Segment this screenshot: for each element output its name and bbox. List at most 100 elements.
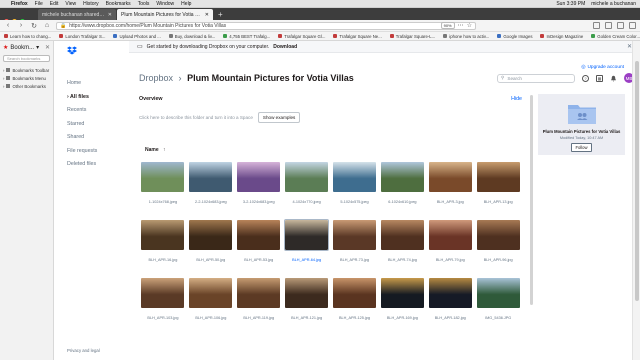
file-thumbnail[interactable] xyxy=(476,162,520,192)
bookmark-item[interactable]: Upload Photos and ... xyxy=(113,34,161,39)
browser-tab[interactable]: michele buchanan shared "Plum... ✕ xyxy=(38,9,116,20)
file-name[interactable]: BLH_APR-96.jpg xyxy=(484,258,513,271)
bookmark-item[interactable]: Trafalgar Square-L... xyxy=(389,34,435,39)
menu-edit[interactable]: Edit xyxy=(50,1,59,7)
file-thumbnail[interactable] xyxy=(476,278,520,308)
file-tile[interactable]: BLH_APR-119.jpg xyxy=(235,278,283,329)
file-thumbnail[interactable] xyxy=(237,162,281,192)
file-tile[interactable]: BLH_APR-125.jpg xyxy=(331,278,379,329)
menu-window[interactable]: Window xyxy=(156,1,174,7)
page-actions-icon[interactable]: ⋯ xyxy=(458,22,464,29)
file-thumbnail[interactable] xyxy=(237,220,281,250)
file-name[interactable]: BLH_APR-182.jpg xyxy=(435,316,466,329)
bookmark-item[interactable]: iphone how to activ... xyxy=(443,34,489,39)
menu-tools[interactable]: Tools xyxy=(138,1,150,7)
app-menu[interactable]: Firefox xyxy=(11,1,28,7)
file-thumbnail[interactable] xyxy=(476,220,520,250)
bookmark-star-icon[interactable]: ☆ xyxy=(467,22,472,29)
file-name[interactable]: 5-1024x575.jpeg xyxy=(340,200,368,213)
file-thumbnail[interactable] xyxy=(380,220,424,250)
menu-history[interactable]: History xyxy=(83,1,99,7)
file-name[interactable]: BLH_APR-74.jpg xyxy=(388,258,417,271)
file-tile[interactable]: BLH_APR-182.jpg xyxy=(426,278,474,329)
file-tile[interactable]: BLH_APR-96.jpg xyxy=(474,220,522,271)
file-name[interactable]: BLH_APR-121.jpg xyxy=(291,316,322,329)
menu-help[interactable]: Help xyxy=(181,1,191,7)
file-name[interactable]: BLH_APR-53.jpg xyxy=(244,258,273,271)
file-name[interactable]: BLH_APR-125.jpg xyxy=(339,316,370,329)
file-thumbnail[interactable] xyxy=(428,278,472,308)
file-name[interactable]: BLH_APR-50.jpg xyxy=(196,258,225,271)
file-tile[interactable]: BLH_APR-74.jpg xyxy=(378,220,426,271)
bookmark-item[interactable]: Buy, download & liv... xyxy=(168,34,215,39)
nav-file-requests[interactable]: File requests xyxy=(67,145,116,159)
sort-by-name-button[interactable]: Name ↑ xyxy=(145,147,166,153)
bookmark-item[interactable]: 4,755 BEST Trafalg... xyxy=(223,34,270,39)
file-name[interactable]: BLH_APR-169.jpg xyxy=(387,316,418,329)
scrollbar-thumb[interactable] xyxy=(635,61,639,301)
url-text[interactable]: https://www.dropbox.com/home/Plum Mounta… xyxy=(69,23,437,29)
menu-file[interactable]: File xyxy=(35,1,43,7)
file-name[interactable]: BLH_APR-73.jpg xyxy=(340,258,369,271)
expand-icon[interactable]: › xyxy=(3,76,4,81)
file-tile[interactable]: BLH_APR-106.jpg xyxy=(187,278,235,329)
file-thumbnail[interactable] xyxy=(333,278,376,308)
file-tile[interactable]: BLH_APR-169.jpg xyxy=(378,278,426,329)
bookmark-item[interactable]: Learn how to chang... xyxy=(4,34,51,39)
file-thumbnail[interactable] xyxy=(284,219,330,251)
file-name[interactable]: BLH_APR-119.jpg xyxy=(243,316,274,329)
file-thumbnail[interactable] xyxy=(189,278,233,308)
nav-shared[interactable]: Shared xyxy=(67,131,116,145)
close-tab-icon[interactable]: ✕ xyxy=(108,12,112,18)
expand-icon[interactable]: › xyxy=(3,84,4,89)
file-thumbnail[interactable] xyxy=(189,220,233,250)
upgrade-account-link[interactable]: ◎ Upgrade account xyxy=(581,65,624,70)
file-thumbnail[interactable] xyxy=(428,162,472,192)
file-thumbnail[interactable] xyxy=(141,220,185,250)
file-name[interactable]: BLH_APR-106.jpg xyxy=(195,316,226,329)
sidebar-toggle-icon[interactable] xyxy=(605,22,612,29)
nav-recents[interactable]: Recents xyxy=(67,104,116,118)
bookmark-item[interactable]: Trafalgar Square Gl... xyxy=(278,34,325,39)
file-name[interactable]: 6-1024x610.jpeg xyxy=(388,200,416,213)
file-tile[interactable]: 5-1024x575.jpeg xyxy=(331,162,379,213)
menu-view[interactable]: View xyxy=(65,1,76,7)
zoom-indicator[interactable]: 90% xyxy=(440,22,455,29)
hide-overview-link[interactable]: Hide xyxy=(511,96,522,103)
nav-deleted-files[interactable]: Deleted files xyxy=(67,158,116,172)
file-name[interactable]: BLH_APR-16.jpg xyxy=(148,258,177,271)
dropbox-logo-icon[interactable] xyxy=(67,46,77,55)
help-icon[interactable]: ? xyxy=(582,74,589,82)
file-tile[interactable]: BLH_APR-64.jpg xyxy=(283,219,331,271)
menu-icon[interactable] xyxy=(629,22,636,29)
menu-bookmarks[interactable]: Bookmarks xyxy=(106,1,131,7)
file-name[interactable]: BLH_APR-79.jpg xyxy=(436,258,465,271)
nav-home[interactable]: Home xyxy=(67,77,116,91)
breadcrumb-root[interactable]: Dropbox xyxy=(139,73,173,83)
library-icon[interactable] xyxy=(593,22,600,29)
file-name[interactable]: BLH_APR-13.jpg xyxy=(484,200,513,213)
file-name[interactable]: BLH_APR-103.jpg xyxy=(147,316,178,329)
close-tab-icon[interactable]: ✕ xyxy=(205,12,209,18)
file-tile[interactable]: 3-2-1024x683.jpeg xyxy=(235,162,283,213)
forward-icon[interactable]: › xyxy=(17,22,25,29)
file-thumbnail[interactable] xyxy=(141,162,185,192)
browser-tab-active[interactable]: Plum Mountain Pictures for Votia Villas … xyxy=(117,9,213,20)
close-sidebar-icon[interactable]: ✕ xyxy=(45,44,50,51)
file-tile[interactable]: BLH_APR-3.jpg xyxy=(426,162,474,213)
file-name[interactable]: BLH_APR-64.jpg xyxy=(292,258,321,271)
file-name[interactable]: BLH_APR-3.jpg xyxy=(437,200,464,213)
download-link[interactable]: Download xyxy=(273,44,297,50)
nav-starred[interactable]: Starred xyxy=(67,118,116,132)
content-scrollbar[interactable] xyxy=(530,95,533,305)
home-icon[interactable]: ⌂ xyxy=(43,22,51,29)
url-bar[interactable]: 🔒 https://www.dropbox.com/home/Plum Moun… xyxy=(56,21,476,30)
file-tile[interactable]: BLH_APR-50.jpg xyxy=(187,220,235,271)
file-tile[interactable]: 1-1024x768.jpeg xyxy=(139,162,187,213)
file-tile[interactable]: 4-1024x770.jpeg xyxy=(283,162,331,213)
extension-icon[interactable] xyxy=(617,22,624,29)
nav-all-files[interactable]: › All files xyxy=(67,91,116,105)
file-name[interactable]: 3-2-1024x683.jpeg xyxy=(243,200,275,213)
file-tile[interactable]: 6-1024x610.jpeg xyxy=(378,162,426,213)
file-tile[interactable]: BLH_APR-13.jpg xyxy=(474,162,522,213)
